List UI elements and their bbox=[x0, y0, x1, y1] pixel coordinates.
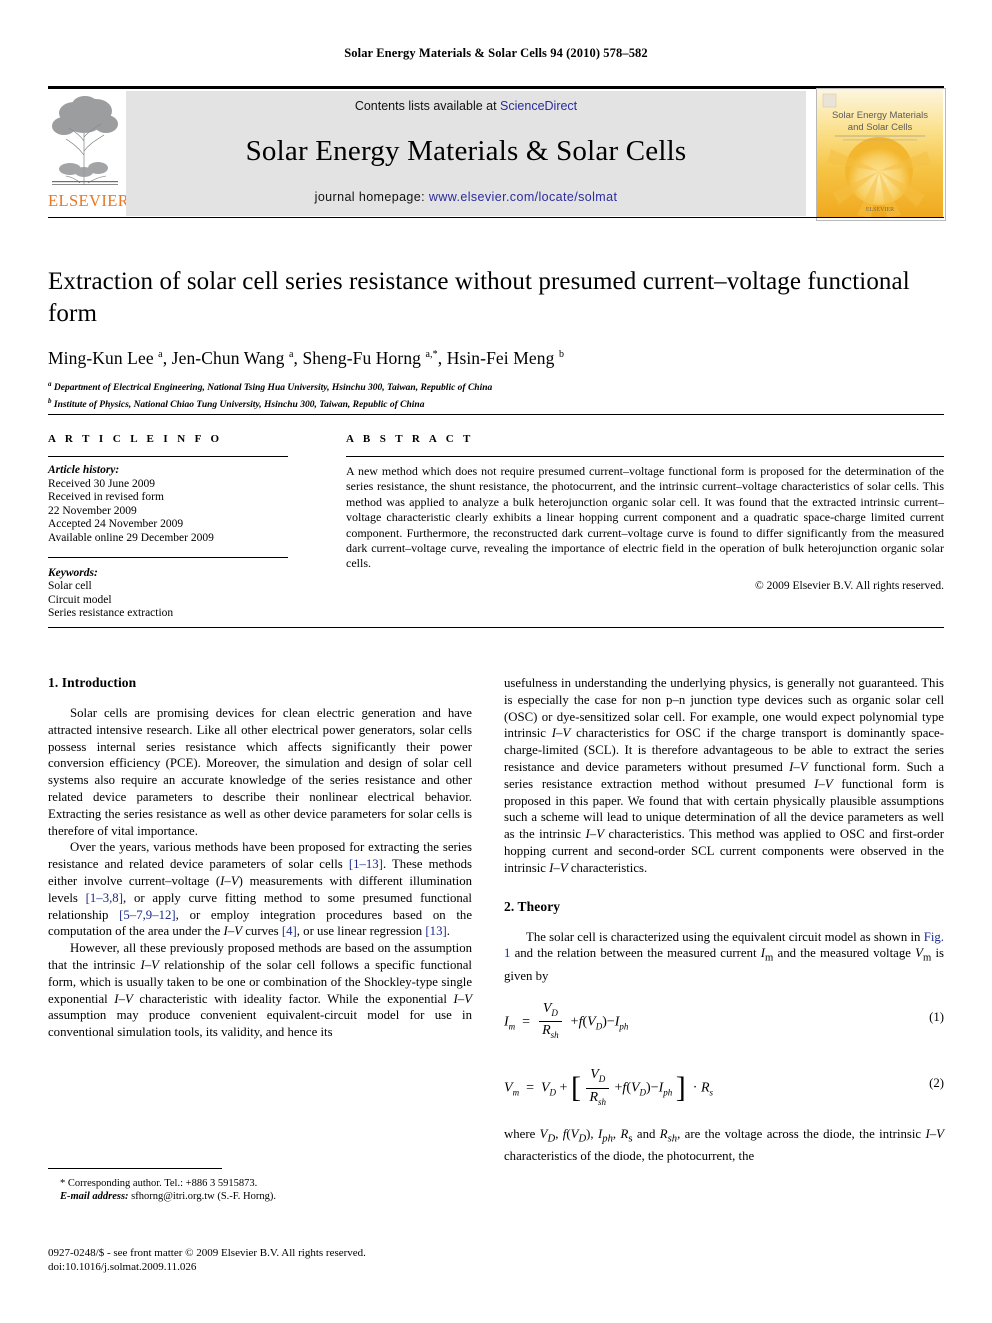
article-info-rule bbox=[48, 456, 288, 457]
panel-top-rule bbox=[48, 414, 944, 415]
section-heading-introduction: 1. Introduction bbox=[48, 675, 137, 690]
affiliation-b: b Institute of Physics, National Chiao T… bbox=[48, 396, 425, 410]
author-list: Ming-Kun Lee a, Jen-Chun Wang a, Sheng-F… bbox=[48, 348, 565, 368]
article-history-label: Article history: bbox=[48, 464, 120, 476]
journal-title: Solar Energy Materials & Solar Cells bbox=[245, 135, 687, 167]
abstract-text: A new method which does not require pres… bbox=[346, 464, 944, 571]
keywords-block: Keywords: Solar cell Circuit model Serie… bbox=[48, 567, 288, 621]
svg-text:ELSEVIER: ELSEVIER bbox=[866, 207, 894, 213]
abstract-column: A B S T R A C T A new method which does … bbox=[346, 433, 944, 592]
equation-2: Vm = VD + [ VD Rsh +f(VD)−Iph ] · Rs (2) bbox=[504, 1067, 944, 1110]
page-title: Extraction of solar cell series resistan… bbox=[48, 268, 910, 327]
body-column-right: usefulness in understanding the underlyi… bbox=[504, 675, 944, 1165]
corresponding-author-note: * Corresponding author. Tel.: +886 3 591… bbox=[60, 1178, 258, 1189]
equation-1-body: Im = VD Rsh +f(VD)−Iph bbox=[504, 1001, 628, 1044]
masthead-grey-band: Contents lists available at ScienceDirec… bbox=[126, 91, 806, 216]
email-label: E-mail address: bbox=[60, 1191, 129, 1202]
sciencedirect-link[interactable]: ScienceDirect bbox=[500, 99, 577, 113]
journal-cover-thumbnail: Solar Energy Materials and Solar Cells E… bbox=[816, 88, 946, 221]
body-column-left: 1. Introduction Solar cells are promisin… bbox=[48, 675, 472, 1041]
footnote-rule bbox=[48, 1168, 222, 1169]
contents-available-line: Contents lists available at ScienceDirec… bbox=[126, 99, 806, 113]
elsevier-tree-icon bbox=[50, 93, 120, 189]
intro-paragraph-3: However, all these previously proposed m… bbox=[48, 941, 473, 1040]
panel-bottom-rule bbox=[48, 627, 944, 628]
abstract-copyright: © 2009 Elsevier B.V. All rights reserved… bbox=[755, 579, 944, 592]
keywords-label: Keywords: bbox=[48, 566, 98, 579]
history-item: 22 November 2009 bbox=[48, 504, 137, 517]
intro-paragraph-1: Solar cells are promising devices for cl… bbox=[48, 706, 472, 838]
elsevier-wordmark: ELSEVIER bbox=[48, 191, 130, 210]
journal-masthead: ELSEVIER Contents lists available at Sci… bbox=[48, 86, 946, 221]
abstract-heading: A B S T R A C T bbox=[346, 433, 474, 445]
keyword-item: Series resistance extraction bbox=[48, 607, 174, 620]
equation-2-fraction: VD Rsh bbox=[586, 1067, 610, 1110]
intro-paragraph-3-continued: usefulness in understanding the underlyi… bbox=[504, 676, 945, 875]
equation-2-body: Vm = VD + [ VD Rsh +f(VD)−Iph ] · Rs bbox=[504, 1067, 713, 1110]
affiliation-list: a Department of Electrical Engineering, … bbox=[48, 378, 944, 411]
journal-homepage-link[interactable]: www.elsevier.com/locate/solmat bbox=[429, 190, 617, 204]
masthead-top-rule bbox=[48, 86, 944, 89]
equation-1: Im = VD Rsh +f(VD)−Iph (1) bbox=[504, 1001, 944, 1044]
article-title-block: Extraction of solar cell series resistan… bbox=[48, 266, 944, 411]
theory-paragraph-2: where VD, f(VD), Iph, Rs and Rsh, are th… bbox=[504, 1126, 944, 1164]
history-item: Available online 29 December 2009 bbox=[48, 531, 214, 544]
doi-line: doi:10.1016/j.solmat.2009.11.026 bbox=[48, 1261, 197, 1273]
journal-article-page: Solar Energy Materials & Solar Cells 94 … bbox=[0, 0, 992, 1323]
intro-paragraph-2: Over the years, various methods have bee… bbox=[48, 840, 473, 939]
footer-identifier-block: 0927-0248/$ - see front matter © 2009 El… bbox=[48, 1246, 548, 1274]
history-item: Received in revised form bbox=[48, 491, 164, 504]
article-info-heading: A R T I C L E I N F O bbox=[48, 433, 223, 445]
affiliation-a: a Department of Electrical Engineering, … bbox=[48, 380, 493, 394]
email-address[interactable]: sfhorng@itri.org.tw (S.-F. Horng). bbox=[131, 1191, 276, 1202]
running-head: Solar Energy Materials & Solar Cells 94 … bbox=[344, 46, 648, 60]
keywords-rule bbox=[48, 556, 288, 558]
equation-1-number: (1) bbox=[929, 1009, 944, 1024]
affiliation-a-text: Department of Electrical Engineering, Na… bbox=[53, 383, 493, 394]
contents-prefix-text: Contents lists available at bbox=[354, 99, 501, 113]
elsevier-logo: ELSEVIER bbox=[48, 91, 130, 216]
issn-line: 0927-0248/$ - see front matter © 2009 El… bbox=[48, 1247, 366, 1259]
svg-text:and Solar Cells: and Solar Cells bbox=[848, 122, 913, 133]
svg-text:Solar Energy Materials: Solar Energy Materials bbox=[832, 110, 928, 121]
equation-2-number: (2) bbox=[929, 1076, 944, 1091]
affiliation-b-text: Institute of Physics, National Chiao Tun… bbox=[53, 399, 425, 410]
masthead-bottom-rule bbox=[48, 217, 944, 218]
article-history: Article history: Received 30 June 2009 R… bbox=[48, 464, 288, 546]
keyword-item: Circuit model bbox=[48, 593, 112, 606]
history-item: Accepted 24 November 2009 bbox=[48, 518, 184, 531]
history-item: Received 30 June 2009 bbox=[48, 477, 155, 490]
footnote-block: * Corresponding author. Tel.: +886 3 591… bbox=[48, 1177, 472, 1203]
journal-homepage-line: journal homepage: www.elsevier.com/locat… bbox=[126, 190, 806, 204]
abstract-rule bbox=[346, 456, 944, 457]
theory-paragraph-1: The solar cell is characterized using th… bbox=[504, 929, 944, 983]
section-heading-theory: 2. Theory bbox=[504, 898, 561, 914]
article-info-column: A R T I C L E I N F O Article history: R… bbox=[48, 433, 288, 621]
homepage-prefix-text: journal homepage: bbox=[314, 190, 429, 204]
equation-1-fraction: VD Rsh bbox=[539, 1001, 562, 1044]
email-note: E-mail address: sfhorng@itri.org.tw (S.-… bbox=[48, 1190, 472, 1203]
keyword-item: Solar cell bbox=[48, 580, 92, 593]
